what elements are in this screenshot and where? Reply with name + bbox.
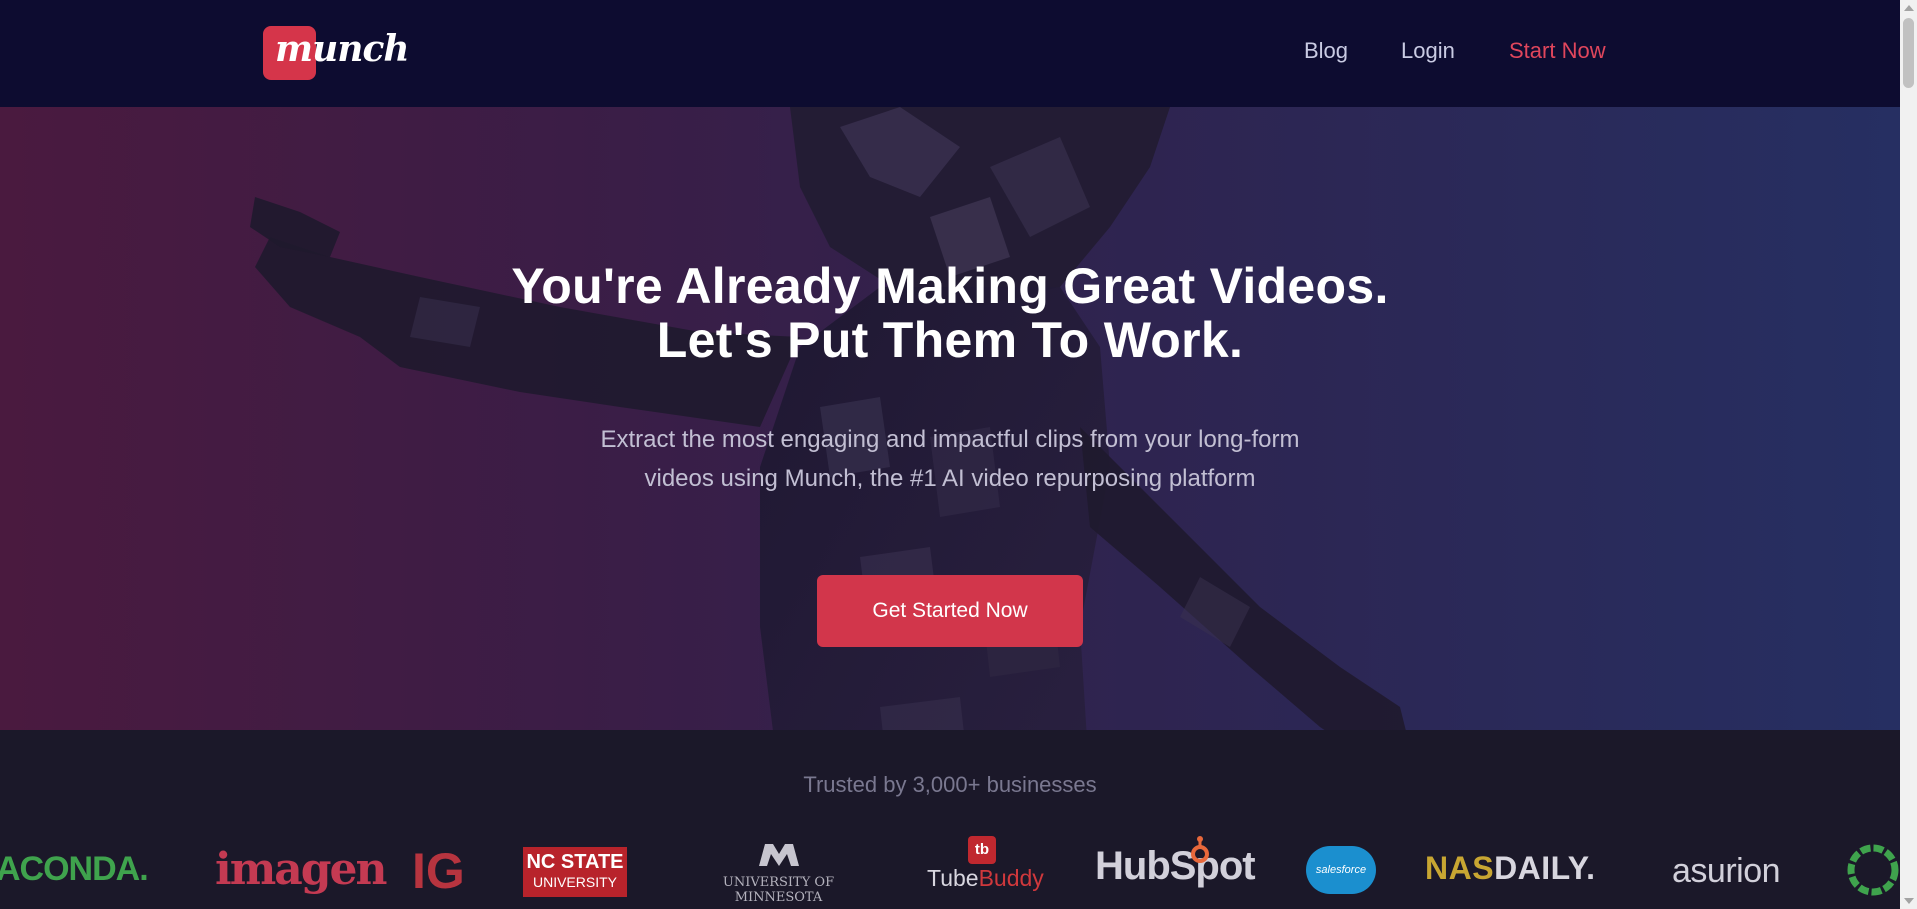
site-header: munch Blog Login Start Now — [0, 0, 1900, 107]
trusted-by-section: Trusted by 3,000+ businesses ACONDA. ima… — [0, 730, 1900, 909]
hero-subtitle: Extract the most engaging and impactful … — [500, 420, 1400, 498]
tubebuddy-wordmark: TubeBuddy — [927, 865, 1044, 892]
nc-state-logo: NC STATE UNIVERSITY — [523, 847, 627, 897]
tubebuddy-logo: tb TubeBuddy — [927, 836, 1044, 892]
nc-state-university-text: UNIVERSITY — [532, 874, 617, 890]
hubspot-sprocket-icon — [1191, 836, 1209, 863]
university-of-minnesota-logo: UNIVERSITY OF MINNESOTA — [686, 842, 871, 905]
nav-blog-link[interactable]: Blog — [1304, 38, 1348, 64]
nav-start-now-link[interactable]: Start Now — [1509, 38, 1606, 64]
hero-subtitle-line-2: videos using Munch, the #1 AI video repu… — [644, 465, 1256, 492]
client-logos-row: ACONDA. imagen IG NC STATE UNIVERSITY UN… — [0, 830, 1900, 909]
hero-title-line-2: Let's Put Them To Work. — [656, 312, 1244, 368]
nasdaily-nas: NAS — [1425, 850, 1495, 886]
tubebuddy-buddy: Buddy — [978, 865, 1044, 891]
nasdaily-daily: DAILY. — [1494, 850, 1596, 886]
scroll-down-arrow-icon[interactable] — [1904, 898, 1914, 904]
nav-login-link[interactable]: Login — [1401, 38, 1455, 64]
circle-partner-logo-icon — [1847, 844, 1899, 896]
trusted-by-label: Trusted by 3,000+ businesses — [803, 772, 1097, 797]
hero-title-line-1: You're Already Making Great Videos. — [511, 258, 1389, 314]
minnesota-m-icon — [758, 844, 799, 866]
hubspot-wordmark: HubSpot — [1095, 844, 1256, 888]
nasdaily-logo: NASDAILY. — [1425, 850, 1595, 887]
vertical-scrollbar[interactable] — [1900, 0, 1917, 909]
hero-title: You're Already Making Great Videos. Let'… — [300, 259, 1600, 367]
ig-logo: IG — [412, 843, 465, 899]
hero-section: You're Already Making Great Videos. Let'… — [0, 107, 1900, 730]
page: munch Blog Login Start Now You're Alread… — [0, 0, 1900, 909]
hero-subtitle-line-1: Extract the most engaging and impactful … — [600, 426, 1300, 453]
salesforce-logo: salesforce — [1306, 846, 1376, 894]
anaconda-logo: ACONDA. — [0, 850, 149, 888]
asurion-logo: asurion — [1672, 852, 1781, 890]
get-started-button[interactable]: Get Started Now — [817, 575, 1083, 647]
tubebuddy-tube: Tube — [927, 865, 979, 891]
hubspot-logo: HubSpot — [1095, 836, 1256, 894]
logo-wordmark: munch — [275, 28, 410, 70]
nc-state-text: NC STATE — [526, 851, 624, 873]
tubebuddy-mark-icon: tb — [968, 836, 996, 864]
scrollbar-thumb[interactable] — [1903, 18, 1914, 88]
munch-logo[interactable]: munch — [263, 26, 410, 80]
minnesota-text: UNIVERSITY OF MINNESOTA — [722, 875, 835, 905]
imagen-logo: imagen — [215, 844, 388, 895]
scroll-up-arrow-icon[interactable] — [1904, 5, 1914, 11]
